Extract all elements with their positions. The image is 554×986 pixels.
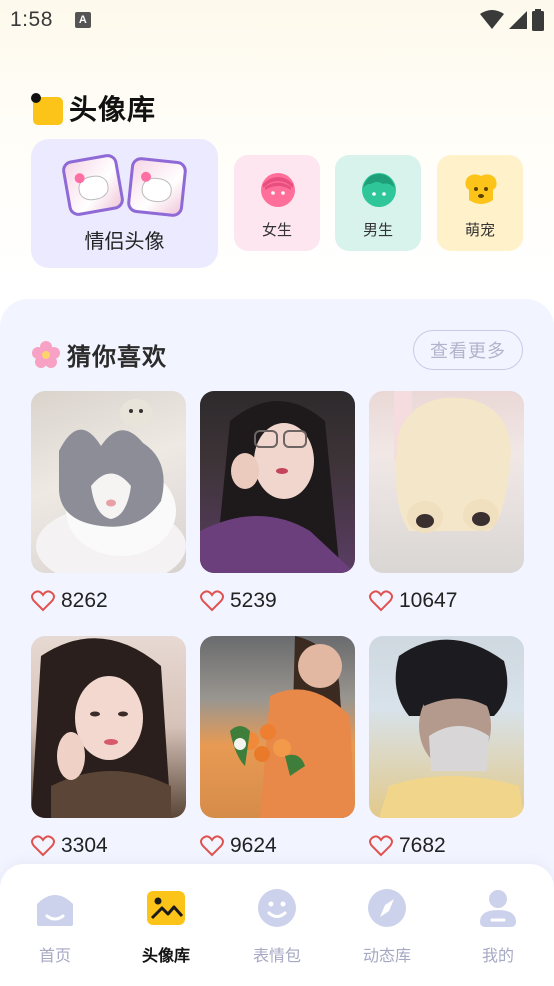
like-count-value: 8262: [61, 589, 108, 612]
dog-face-icon: [465, 174, 497, 204]
avatar-cat-image[interactable]: [31, 391, 186, 573]
compass-icon: [368, 889, 406, 927]
category-pet-label: 萌宠: [464, 221, 495, 239]
status-icons: [480, 9, 544, 31]
category-boy-label: 男生: [362, 221, 393, 239]
category-pet[interactable]: 萌宠: [437, 155, 523, 251]
battery-icon: [532, 9, 544, 31]
heart-icon[interactable]: [369, 590, 393, 612]
heart-icon[interactable]: [369, 835, 393, 857]
heart-icon[interactable]: [31, 590, 55, 612]
like-count: 3304: [31, 832, 186, 860]
screen: 1:58 A 头像库 情侣头像 女生 男生 萌宠 猜你喜欢 查看更多 8262 …: [0, 0, 554, 986]
notification-icon: A: [74, 12, 91, 28]
like-count: 8262: [31, 587, 186, 615]
avatar-card[interactable]: 9624: [200, 636, 355, 860]
avatar-card[interactable]: 8262: [31, 391, 186, 615]
nav-profile[interactable]: 我的: [453, 888, 543, 966]
like-count-value: 5239: [230, 589, 277, 612]
avatar-fluffy-dog-image[interactable]: [369, 391, 524, 573]
section-title: 猜你喜欢: [67, 343, 167, 371]
status-time: 1:58: [10, 8, 53, 31]
nav-stickers-label: 表情包: [252, 946, 301, 965]
status-bar: 1:58 A: [0, 0, 554, 40]
nav-avatar-library[interactable]: 头像库: [121, 888, 211, 966]
home-icon: [37, 895, 73, 926]
like-count-value: 9624: [230, 834, 277, 857]
girl-face-icon: [261, 173, 295, 207]
page-title: 头像库: [69, 93, 157, 126]
heart-icon[interactable]: [200, 835, 224, 857]
wifi-icon: [480, 10, 504, 29]
nav-home-label: 首页: [38, 946, 71, 965]
profile-icon: [480, 890, 516, 927]
image-icon: [147, 891, 185, 925]
avatar-card[interactable]: 7682: [369, 636, 524, 860]
like-count: 5239: [200, 587, 355, 615]
avatar-boy-portrait-image[interactable]: [369, 636, 524, 818]
like-count: 7682: [369, 832, 524, 860]
couple-avatar-right-image: [126, 156, 188, 218]
logo-icon: [31, 91, 63, 125]
nav-moments[interactable]: 动态库: [342, 888, 432, 966]
category-girl[interactable]: 女生: [234, 155, 320, 251]
section-header: 猜你喜欢: [31, 337, 167, 372]
avatar-girl-flowers-image[interactable]: [200, 636, 355, 818]
like-count-value: 3304: [61, 834, 108, 857]
heart-icon[interactable]: [31, 835, 55, 857]
page-header: 头像库: [31, 88, 156, 128]
avatar-card[interactable]: 5239: [200, 391, 355, 615]
smile-icon: [258, 889, 296, 927]
nav-avatar-library-label: 头像库: [141, 946, 190, 965]
like-count: 10647: [369, 587, 524, 615]
like-count: 9624: [200, 832, 355, 860]
boy-face-icon: [362, 173, 396, 207]
avatar-card[interactable]: 3304: [31, 636, 186, 860]
bottom-nav: 首页 头像库 表情包 动态库 我的: [0, 864, 554, 986]
view-more-button[interactable]: 查看更多: [413, 330, 523, 370]
nav-stickers[interactable]: 表情包: [232, 888, 322, 966]
category-couple-label: 情侣头像: [84, 229, 165, 253]
avatar-girl-glasses-image[interactable]: [200, 391, 355, 573]
avatar-card[interactable]: 10647: [369, 391, 524, 615]
couple-avatar-left-image: [60, 152, 126, 218]
like-count-value: 10647: [399, 589, 458, 612]
category-couple[interactable]: 情侣头像: [31, 139, 218, 268]
nav-home[interactable]: 首页: [10, 888, 100, 966]
nav-profile-label: 我的: [481, 946, 514, 965]
like-count-value: 7682: [399, 834, 446, 857]
flower-icon: [32, 340, 60, 368]
category-boy[interactable]: 男生: [335, 155, 421, 251]
signal-icon: [509, 11, 527, 29]
avatar-girl-portrait-image[interactable]: [31, 636, 186, 818]
category-girl-label: 女生: [261, 221, 292, 239]
nav-moments-label: 动态库: [362, 946, 411, 965]
heart-icon[interactable]: [200, 590, 224, 612]
